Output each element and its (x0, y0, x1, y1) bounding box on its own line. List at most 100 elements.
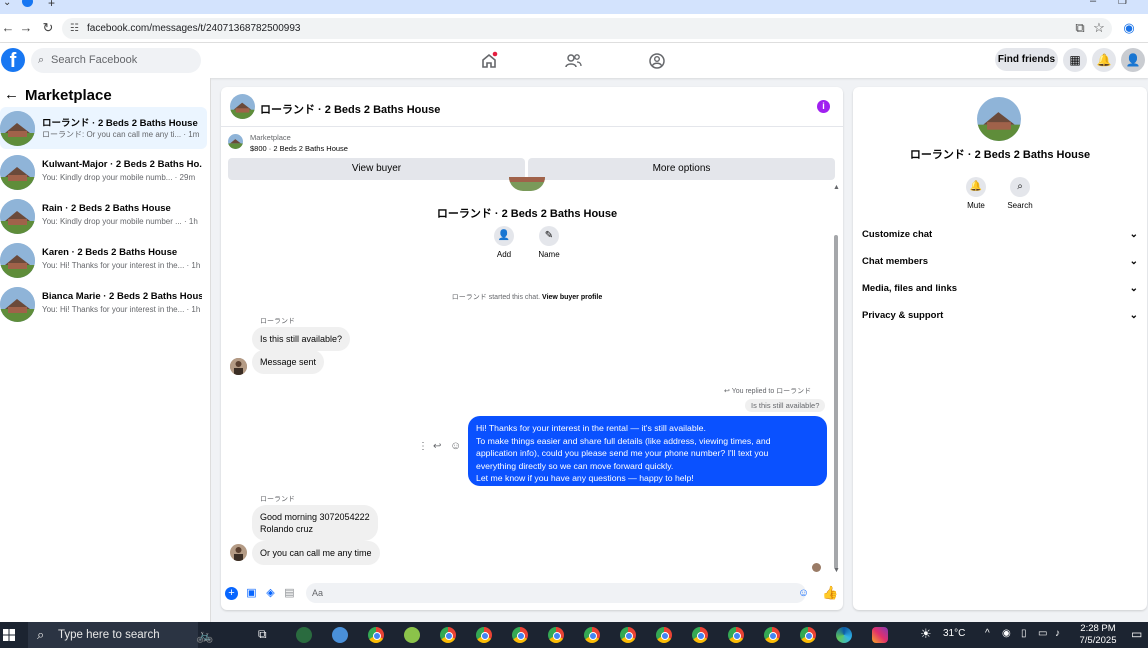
account-avatar[interactable]: 👤 (1121, 48, 1145, 72)
incoming-message[interactable]: Good morning 3072054222 Rolando cruz (252, 505, 378, 541)
chrome-icon[interactable] (728, 627, 744, 643)
edge-icon[interactable] (836, 627, 852, 643)
reply-icon[interactable]: ↩ (433, 441, 441, 452)
facebook-logo-icon[interactable]: f (1, 48, 25, 72)
taskbar-search-input[interactable]: ⌕ Type here to search 🚲 (28, 622, 213, 648)
network-icon[interactable]: ▭ (1038, 628, 1047, 639)
chrome-icon[interactable] (764, 627, 780, 643)
chat-members-row[interactable]: Chat members ⌄ (862, 252, 1140, 272)
more-actions-icon[interactable]: ⋮ (418, 441, 428, 452)
forward-icon[interactable]: → (18, 20, 34, 36)
message-input[interactable]: Aa (306, 583, 806, 603)
incoming-message[interactable]: Message sent (252, 350, 325, 374)
chrome-icon[interactable] (620, 627, 636, 643)
app-icon[interactable] (296, 627, 312, 643)
chrome-icon[interactable] (512, 627, 528, 643)
chrome-icon[interactable] (584, 627, 600, 643)
menu-grid-icon[interactable]: ▦ (1063, 48, 1087, 72)
edit-name-icon[interactable]: ✎ (539, 226, 559, 246)
mute-label: Mute (967, 201, 985, 210)
weather-icon[interactable]: ☀ (920, 626, 932, 642)
chrome-icon[interactable] (656, 627, 672, 643)
message-scrollbar[interactable]: ▲ ▼ (833, 184, 840, 574)
reload-icon[interactable]: ↻ (40, 20, 56, 36)
sticker-icon[interactable]: ◈ (264, 587, 277, 600)
scroll-thumb[interactable] (834, 235, 838, 569)
search-icon: ⌕ (38, 54, 45, 66)
quoted-message[interactable]: Is this still available? (745, 399, 826, 412)
conversation-item[interactable]: Kulwant-Major · 2 Beds 2 Baths Ho... You… (0, 151, 207, 193)
mute-bell-icon[interactable]: 🔔 (966, 177, 986, 197)
photo-icon[interactable]: ▣ (245, 587, 258, 600)
listing-banner[interactable]: Marketplace $800 · 2 Beds 2 Baths House (221, 127, 843, 155)
friends-nav-icon[interactable] (563, 51, 583, 71)
incoming-message[interactable]: Is this still available? (252, 327, 351, 351)
conversation-info-icon[interactable]: i (817, 100, 830, 113)
restore-icon[interactable]: ❐ (1118, 0, 1127, 7)
facebook-search-input[interactable]: ⌕ Search Facebook (31, 48, 201, 73)
clock[interactable]: 2:28 PM 7/5/2025 (1068, 623, 1128, 647)
conversation-item[interactable]: ローランド · 2 Beds 2 Baths House ローランド: Or y… (0, 107, 207, 149)
site-settings-icon[interactable]: ☷ (70, 18, 79, 39)
conversation-item[interactable]: Rain · 2 Beds 2 Baths House You: Kindly … (0, 195, 207, 237)
instagram-icon[interactable] (872, 627, 888, 643)
chrome-icon[interactable] (440, 627, 456, 643)
reply-line: Let me know if you have any questions — … (476, 473, 694, 483)
bookmark-star-icon[interactable]: ☆ (1091, 20, 1107, 36)
scroll-down-icon[interactable]: ▼ (833, 567, 840, 574)
groups-nav-icon[interactable] (647, 51, 667, 71)
customize-chat-row[interactable]: Customize chat ⌄ (862, 225, 1140, 245)
react-emoji-icon[interactable]: ☺ (450, 440, 461, 452)
privacy-support-row[interactable]: Privacy & support ⌄ (862, 306, 1140, 326)
tab-menu-icon[interactable]: ⌄ (3, 0, 11, 8)
chrome-icon[interactable] (692, 627, 708, 643)
chrome-icon[interactable] (476, 627, 492, 643)
emoji-icon[interactable]: ☺ (797, 587, 810, 600)
gif-icon[interactable]: ▤ (283, 587, 296, 600)
profile-icon[interactable]: ◉ (1121, 20, 1137, 36)
scroll-up-icon[interactable]: ▲ (833, 184, 840, 191)
search-icon[interactable]: ⌕ (1010, 177, 1030, 197)
conversation-item[interactable]: Bianca Marie · 2 Beds 2 Baths House You:… (0, 283, 207, 325)
chrome-icon[interactable] (800, 627, 816, 643)
tray-battery-icon[interactable]: ▯ (1021, 628, 1027, 639)
add-person-icon[interactable]: 👤 (494, 226, 514, 246)
tray-chevron-icon[interactable]: ^ (985, 628, 990, 639)
volume-icon[interactable]: ♪ (1055, 628, 1060, 639)
new-tab-icon[interactable]: + (48, 0, 55, 10)
more-options-button[interactable]: More options (528, 158, 835, 180)
back-arrow-icon[interactable]: ← (4, 86, 19, 103)
minimize-icon[interactable]: – (1090, 0, 1096, 7)
chrome-icon[interactable] (548, 627, 564, 643)
back-icon[interactable]: ← (0, 20, 16, 36)
tray-record-icon[interactable]: ◉ (1002, 628, 1011, 639)
more-plus-icon[interactable]: + (225, 587, 238, 600)
incoming-message[interactable]: Or you can call me any time (252, 541, 380, 565)
app-icon[interactable] (332, 627, 348, 643)
media-files-links-row[interactable]: Media, files and links ⌄ (862, 279, 1140, 299)
notifications-icon[interactable]: ▭ (1131, 627, 1142, 641)
url-input[interactable]: ☷ facebook.com/messages/t/24071368782500… (62, 18, 1112, 39)
outgoing-message[interactable]: Hi! Thanks for your interest in the rent… (468, 416, 827, 486)
chrome-icon[interactable] (368, 627, 384, 643)
message-thread: ローランド · 2 Beds 2 Baths House 👤 Add ✎ Nam… (221, 177, 843, 577)
chat-avatar[interactable] (230, 94, 255, 119)
facebook-tab-favicon-icon[interactable] (22, 0, 33, 7)
temperature[interactable]: 31°C (943, 628, 965, 639)
home-nav-icon[interactable] (479, 51, 499, 71)
view-buyer-button[interactable]: View buyer (228, 158, 525, 180)
conversation-item[interactable]: Karen · 2 Beds 2 Baths House You: Hi! Th… (0, 239, 207, 281)
install-app-icon[interactable]: ⧉ (1072, 20, 1088, 36)
torrent-icon[interactable] (404, 627, 420, 643)
listing-source: Marketplace (250, 133, 291, 142)
view-buyer-profile-link[interactable]: View buyer profile (542, 294, 602, 301)
sender-avatar[interactable] (230, 544, 247, 561)
windows-start-icon[interactable] (3, 629, 15, 641)
chat-title[interactable]: ローランド · 2 Beds 2 Baths House (260, 101, 440, 117)
notifications-bell-icon[interactable]: 🔔 (1092, 48, 1116, 72)
find-friends-button[interactable]: Find friends (995, 48, 1058, 71)
sender-avatar[interactable] (230, 358, 247, 375)
info-avatar[interactable] (977, 97, 1021, 141)
task-view-icon[interactable]: ⧉ (258, 627, 267, 642)
thumbs-up-icon[interactable]: 👍 (822, 586, 838, 599)
